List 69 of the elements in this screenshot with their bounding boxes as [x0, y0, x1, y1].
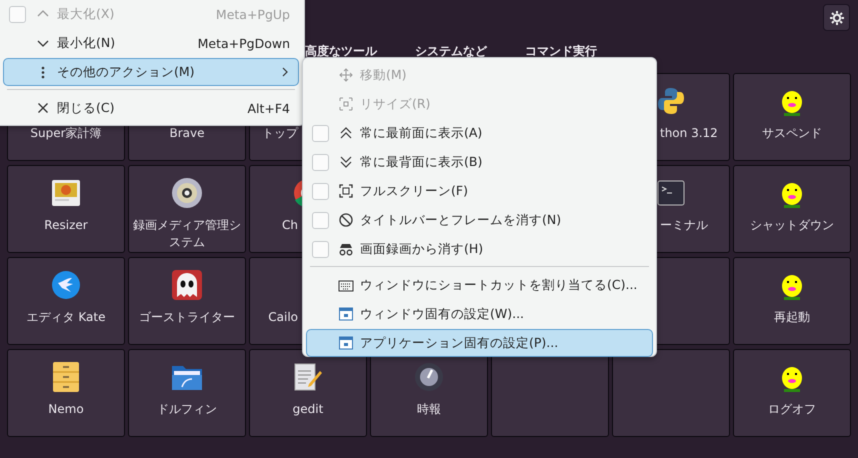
resize-icon: [338, 96, 354, 112]
double-chevron-down-icon: [338, 154, 354, 170]
app-tile[interactable]: エディタ Kate: [7, 257, 125, 345]
tab[interactable]: システムなど: [415, 43, 487, 59]
app-label: 時報: [416, 401, 442, 418]
checkbox[interactable]: [312, 124, 329, 142]
app-label: ゴーストライター: [138, 309, 236, 326]
app-label: エディタ Kate: [26, 309, 106, 326]
picture-icon: [51, 178, 81, 208]
tab[interactable]: コマンド実行: [525, 43, 597, 59]
fullscreen-icon: [338, 183, 354, 199]
disc-icon: [171, 177, 203, 209]
checkbox[interactable]: [312, 212, 329, 228]
terminal-icon: [657, 179, 685, 207]
settings-button[interactable]: [823, 4, 850, 31]
python-icon: [656, 86, 686, 116]
app-label: トップ: [261, 125, 300, 142]
tab[interactable]: 高度なツール: [305, 43, 377, 59]
incognito-icon: [338, 241, 354, 257]
app-tile[interactable]: gedit: [249, 349, 367, 437]
app-label: Ch: [281, 217, 299, 234]
shortcut: Meta+PgUp: [216, 6, 290, 22]
gear-icon: [828, 10, 844, 26]
app-label: ログオフ: [767, 401, 817, 418]
menu-item[interactable]: その他のアクション(M): [3, 58, 299, 86]
more-icon: [41, 66, 45, 78]
app-tile[interactable]: Resizer: [7, 165, 125, 253]
checkbox[interactable]: [312, 182, 329, 200]
app-label: サスペンド: [761, 125, 823, 142]
app-tile[interactable]: ゴーストライター: [128, 257, 246, 345]
app-tile[interactable]: ドルフィン: [128, 349, 246, 437]
app-label: Super家計簿: [29, 125, 103, 142]
app-label: Brave: [168, 125, 206, 142]
shortcut: Alt+F4: [247, 100, 290, 116]
move-icon: [338, 67, 354, 83]
prohibited-icon: [338, 212, 354, 228]
menu-item[interactable]: 最小化(N) Meta+PgDown: [3, 29, 299, 57]
app-tile[interactable]: 録画メディア管理システム: [128, 165, 246, 253]
app-label: シャットダウン: [749, 217, 835, 234]
cabinet-icon: [52, 361, 80, 393]
dial-icon: [414, 362, 444, 392]
bird-icon: [51, 270, 81, 300]
app-label: Resizer: [43, 217, 89, 234]
app-label: thon 3.12: [659, 125, 719, 142]
app-label: ーミナル: [659, 217, 709, 234]
app-label: Cailo: [267, 309, 299, 326]
folder-icon: [171, 363, 203, 391]
checkbox[interactable]: [312, 154, 329, 170]
ghost-icon: [171, 269, 203, 301]
app-tile[interactable]: シャットダウン: [733, 165, 851, 253]
app-label: ドルフィン: [156, 401, 218, 418]
menu-item[interactable]: ウィンドウ固有の設定(W)...: [306, 300, 653, 328]
app-label: Nemo: [47, 401, 85, 418]
app-label: 録画メディア管理システム: [132, 217, 242, 251]
app-tile[interactable]: 再起動: [733, 257, 851, 345]
app-label: 再起動: [773, 309, 811, 326]
document-icon: [293, 362, 323, 392]
window-icon: [338, 306, 354, 322]
shortcut: Meta+PgDown: [198, 36, 290, 50]
app-tile[interactable]: ログオフ: [733, 349, 851, 437]
window-icon: [338, 335, 354, 351]
menu-item[interactable]: 閉じる(C) Alt+F4: [3, 94, 299, 122]
app-tile[interactable]: サスペンド: [733, 73, 851, 161]
double-chevron-up-icon: [338, 125, 354, 141]
menu-item[interactable]: アプリケーション固有の設定(P)...: [306, 329, 653, 357]
menu-item[interactable]: ウィンドウにショートカットを割り当てる(C)...: [306, 271, 653, 299]
checkbox[interactable]: [312, 240, 329, 258]
app-tile[interactable]: Nemo: [7, 349, 125, 437]
app-label: gedit: [292, 401, 324, 418]
